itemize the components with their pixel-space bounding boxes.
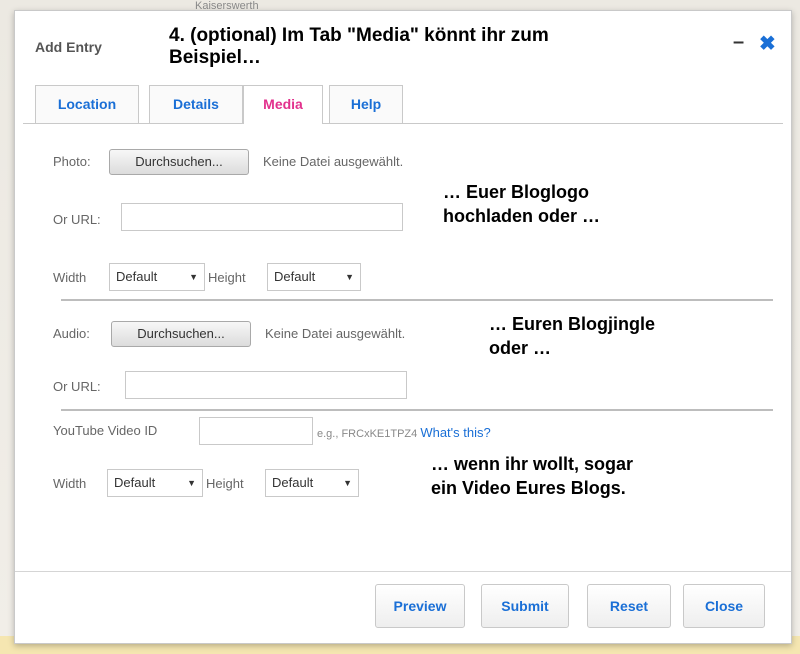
reset-button[interactable]: Reset <box>587 584 671 628</box>
video-width-label: Width <box>53 476 87 491</box>
tab-media[interactable]: Media <box>243 85 323 124</box>
annotation-video-line1: … wenn ihr wollt, sogar <box>431 454 634 474</box>
tab-details[interactable]: Details <box>149 85 243 123</box>
chevron-down-icon: ▼ <box>189 272 198 282</box>
audio-url-label: Or URL: <box>53 379 101 394</box>
photo-height-select[interactable]: Default ▼ <box>267 263 361 291</box>
photo-url-input[interactable] <box>121 203 403 231</box>
chevron-down-icon: ▼ <box>187 478 196 488</box>
annotation-video-line2: ein Video Eures Blogs. <box>431 478 626 498</box>
tab-help[interactable]: Help <box>329 85 403 123</box>
photo-browse-button[interactable]: Durchsuchen... <box>109 149 249 175</box>
photo-height-label: Height <box>208 270 246 285</box>
youtube-id-label: YouTube Video ID <box>53 423 158 438</box>
close-icon[interactable]: ✖ <box>759 31 776 56</box>
youtube-id-example: e.g., FRCxKE1TPZ4 What's this? <box>317 425 491 440</box>
video-height-select[interactable]: Default ▼ <box>265 469 359 497</box>
video-height-value: Default <box>272 475 314 490</box>
annotation-video: … wenn ihr wollt, sogar ein Video Eures … <box>431 453 633 499</box>
annotation-photo-line1: … Euer Bloglogo <box>443 182 589 202</box>
photo-width-value: Default <box>116 269 158 284</box>
photo-width-label: Width <box>53 270 87 285</box>
section-divider <box>61 409 773 411</box>
annotation-photo-line2: hochladen oder … <box>443 206 601 226</box>
photo-no-file-text: Keine Datei ausgewählt. <box>263 154 404 169</box>
section-divider <box>61 299 773 301</box>
tab-bar: Location Details Media Help <box>23 79 783 124</box>
preview-button[interactable]: Preview <box>375 584 465 628</box>
annotation-top: 4. (optional) Im Tab "Media" könnt ihr z… <box>169 25 549 69</box>
annotation-audio-line2: oder … <box>489 338 552 358</box>
submit-button[interactable]: Submit <box>481 584 569 628</box>
media-tab-content: Photo: Durchsuchen... Keine Datei ausgew… <box>23 123 783 571</box>
annotation-audio-line1: … Euren Blogjingle <box>489 314 656 334</box>
whats-this-link[interactable]: What's this? <box>420 425 490 440</box>
chevron-down-icon: ▼ <box>343 478 352 488</box>
tab-location[interactable]: Location <box>35 85 139 123</box>
photo-width-select[interactable]: Default ▼ <box>109 263 205 291</box>
audio-url-input[interactable] <box>125 371 407 399</box>
photo-url-label: Or URL: <box>53 212 101 227</box>
minimize-icon[interactable]: – <box>733 31 744 54</box>
photo-label: Photo: <box>53 154 91 169</box>
dialog-title: Add Entry <box>35 39 102 55</box>
photo-height-value: Default <box>274 269 316 284</box>
audio-no-file-text: Keine Datei ausgewählt. <box>265 326 406 341</box>
footer-divider <box>15 571 791 572</box>
chevron-down-icon: ▼ <box>345 272 354 282</box>
dialog-titlebar: Add Entry 4. (optional) Im Tab "Media" k… <box>15 11 791 81</box>
add-entry-dialog: Add Entry 4. (optional) Im Tab "Media" k… <box>14 10 792 644</box>
audio-browse-button[interactable]: Durchsuchen... <box>111 321 251 347</box>
close-button[interactable]: Close <box>683 584 765 628</box>
annotation-photo: … Euer Bloglogo hochladen oder … <box>443 181 600 227</box>
video-width-value: Default <box>114 475 156 490</box>
youtube-id-input[interactable] <box>199 417 313 445</box>
video-height-label: Height <box>206 476 244 491</box>
annotation-top-line2: Beispiel… <box>169 47 261 68</box>
annotation-top-line1: 4. (optional) Im Tab "Media" könnt ihr z… <box>169 25 549 46</box>
youtube-id-example-text: e.g., FRCxKE1TPZ4 <box>317 428 418 440</box>
video-width-select[interactable]: Default ▼ <box>107 469 203 497</box>
annotation-audio: … Euren Blogjingle oder … <box>489 313 655 359</box>
audio-label: Audio: <box>53 326 90 341</box>
